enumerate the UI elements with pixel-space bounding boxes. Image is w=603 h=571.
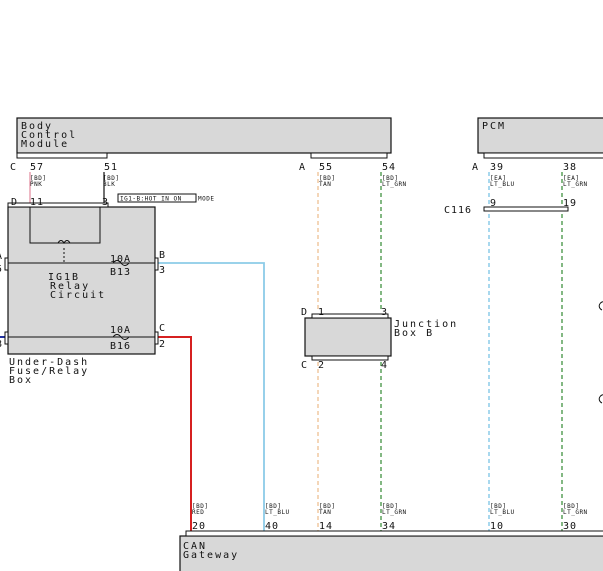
g34-color: LT_GRN xyxy=(382,509,407,516)
pin-54: 54 xyxy=(382,162,396,173)
pcm-conn-a-label: A xyxy=(472,162,479,173)
pcm-connector-a xyxy=(483,152,603,159)
bcm-conn-a-label: A xyxy=(299,162,306,173)
can-gateway-box xyxy=(179,535,603,571)
bcm-connector-c xyxy=(16,152,108,159)
c116-pin-9: 9 xyxy=(490,198,497,209)
w51-color: BLK xyxy=(103,181,115,188)
jb-conn-c-label: C xyxy=(301,360,308,371)
g30-color: LT_GRN xyxy=(563,509,588,516)
jb-pin-3: 3 xyxy=(381,307,388,318)
bcm-label-3: Module xyxy=(21,139,69,150)
wiring-diagram: Body Control Module C 57 51 A 55 54 [BD]… xyxy=(0,117,603,571)
g14-color: TAN xyxy=(319,509,331,516)
gw-pin-30: 30 xyxy=(563,521,577,532)
offscreen-arc-1 xyxy=(598,301,603,311)
gw-pin-20: 20 xyxy=(192,521,206,532)
pcm-label: PCM xyxy=(482,121,506,132)
fuse-conn-d-label: D xyxy=(11,197,18,208)
fuse-connector-c xyxy=(154,331,159,345)
gw-pin-40: 40 xyxy=(265,521,279,532)
gateway-label-2: Gateway xyxy=(183,550,239,561)
fuse-b16-amp: 10A xyxy=(110,325,131,336)
wire-red-20 xyxy=(158,336,192,531)
fuse-pin-2: 2 xyxy=(159,339,166,350)
pin-51: 51 xyxy=(104,162,118,173)
jb-pin-2: 2 xyxy=(318,360,325,371)
gw-pin-10: 10 xyxy=(490,521,504,532)
fuse-pin-3: 3 xyxy=(159,265,166,276)
fuse-b13-amp: 10A xyxy=(110,254,131,265)
wire-lblu-40 xyxy=(158,262,265,531)
fuse-pin-11: 11 xyxy=(30,197,44,208)
junction-box-b xyxy=(304,317,392,357)
bcm-connector-a xyxy=(310,152,388,159)
jb-conn-d-label: D xyxy=(301,307,308,318)
pin-57: 57 xyxy=(30,162,44,173)
pin-39: 39 xyxy=(490,162,504,173)
fuse-connector-d xyxy=(7,202,109,208)
w54-color: LT_GRN xyxy=(382,181,407,188)
w57-color: PNK xyxy=(30,181,42,188)
fuse-conn-c-label: C xyxy=(159,323,166,334)
jb-pin-4: 4 xyxy=(381,360,388,371)
offscreen-arc-2 xyxy=(598,394,603,404)
w38-color: LT_GRN xyxy=(563,181,588,188)
w39-color: LT_BLU xyxy=(490,181,515,188)
fuse-left-conn-1 xyxy=(4,257,9,271)
mode-tag-text: IG1-B:HOT IN ON xyxy=(120,196,182,203)
left-pin-8: 8 xyxy=(0,339,3,350)
pin-38: 38 xyxy=(563,162,577,173)
fuse-conn-b-label: B xyxy=(159,250,166,261)
g10-color: LT_BLU xyxy=(490,509,515,516)
gw-pin-34: 34 xyxy=(382,521,396,532)
fuse-pin-3-top: 3 xyxy=(102,197,109,208)
jb-label-2: Box B xyxy=(394,328,434,339)
jb-pin-1: 1 xyxy=(318,307,325,318)
fuse-b13-id: B13 xyxy=(110,267,131,278)
bcm-conn-c-label: C xyxy=(10,162,17,173)
fuse-b16-id: B16 xyxy=(110,341,131,352)
c116-label: C116 xyxy=(444,205,472,216)
fuse-left-conn-2 xyxy=(4,331,9,345)
pin-55: 55 xyxy=(319,162,333,173)
c116-pin-19: 19 xyxy=(563,198,577,209)
w55-color: TAN xyxy=(319,181,331,188)
mode-tag-suffix: MODE xyxy=(198,196,214,203)
left-pin-5: 5 xyxy=(0,264,3,275)
g40-color: LT_BLU xyxy=(265,509,290,516)
gw-pin-14: 14 xyxy=(319,521,333,532)
relay-label-3: Circuit xyxy=(50,290,106,301)
fuse-connector-b xyxy=(154,257,159,271)
left-a-label: A xyxy=(0,251,3,262)
g20-color: RED xyxy=(192,509,204,516)
fuse-box-label-3: Box xyxy=(9,375,33,386)
